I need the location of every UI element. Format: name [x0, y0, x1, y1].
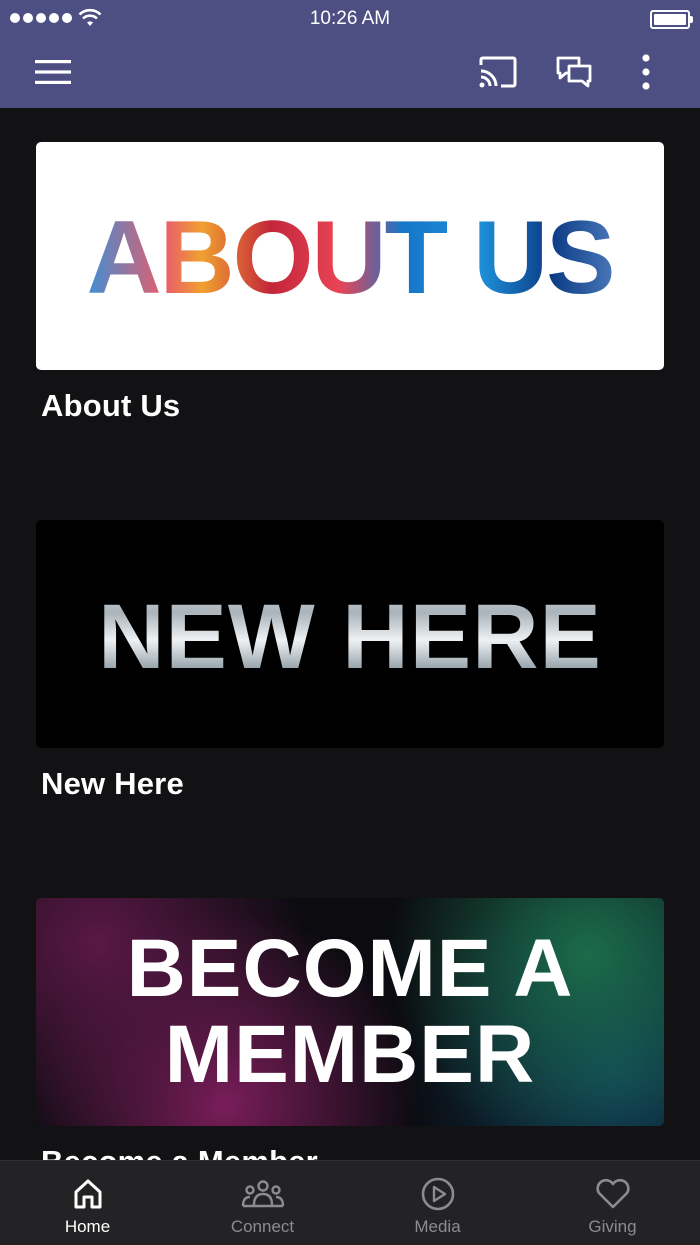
- menu-button[interactable]: [22, 36, 84, 108]
- play-circle-icon: [421, 1177, 454, 1211]
- more-vertical-icon: [642, 54, 650, 90]
- card-title: New Here: [41, 766, 184, 801]
- card-about-us[interactable]: ABOUT US About Us: [36, 142, 664, 424]
- chat-button[interactable]: [546, 36, 602, 108]
- card-title: About Us: [41, 388, 181, 423]
- card-image-become-a-member[interactable]: BECOME A MEMBER: [36, 898, 664, 1126]
- card-new-here[interactable]: NEW HERE New Here: [36, 520, 664, 802]
- battery-icon: [650, 10, 693, 29]
- tab-connect[interactable]: Connect: [175, 1161, 350, 1245]
- tab-label: Giving: [588, 1217, 637, 1236]
- heart-icon: [595, 1178, 630, 1209]
- cast-icon: [479, 56, 517, 88]
- content-feed[interactable]: ABOUT US About Us NEW HERE New Here BECO…: [0, 108, 700, 1160]
- chat-icon: [556, 56, 592, 88]
- more-options-button[interactable]: [622, 36, 670, 108]
- tab-home[interactable]: Home: [0, 1161, 175, 1245]
- card-image-text-line2: MEMBER: [164, 1009, 536, 1100]
- card-image-text: NEW HERE: [98, 579, 602, 690]
- status-bar: 10:26 AM: [0, 0, 700, 36]
- tab-label: Connect: [230, 1217, 295, 1236]
- people-icon: [241, 1180, 284, 1208]
- tab-label: Home: [64, 1217, 111, 1236]
- cast-button[interactable]: [470, 36, 526, 108]
- hamburger-menu-icon: [35, 60, 71, 84]
- card-become-a-member[interactable]: BECOME A MEMBER Become a Member: [36, 898, 664, 1160]
- card-title: Become a Member: [41, 1144, 664, 1160]
- bottom-tab-bar: Home Connect Media Giving: [0, 1160, 700, 1245]
- card-image-text-line1: BECOME A: [126, 923, 574, 1014]
- tab-media[interactable]: Media: [350, 1161, 525, 1245]
- card-image-text: ABOUT US: [86, 199, 615, 316]
- card-image-about-us[interactable]: ABOUT US: [36, 142, 664, 370]
- tab-label: Media: [414, 1217, 461, 1236]
- tab-giving[interactable]: Giving: [525, 1161, 700, 1245]
- app-toolbar: [0, 36, 700, 108]
- home-icon: [74, 1179, 101, 1209]
- card-image-new-here[interactable]: NEW HERE: [36, 520, 664, 748]
- status-time: 10:26 AM: [309, 8, 391, 29]
